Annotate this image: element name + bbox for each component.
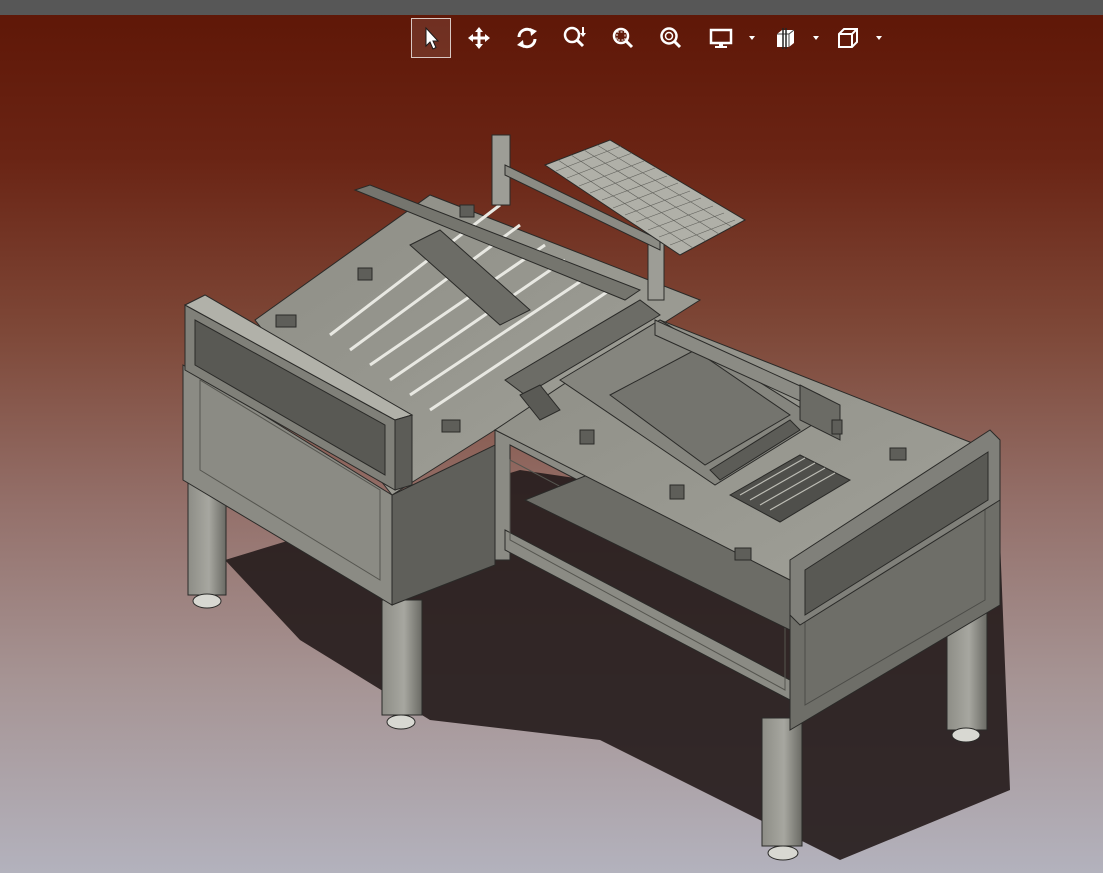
3d-viewport[interactable]	[0, 15, 1103, 873]
window-title-bar	[0, 0, 1103, 15]
machine-model	[182, 134, 1010, 861]
